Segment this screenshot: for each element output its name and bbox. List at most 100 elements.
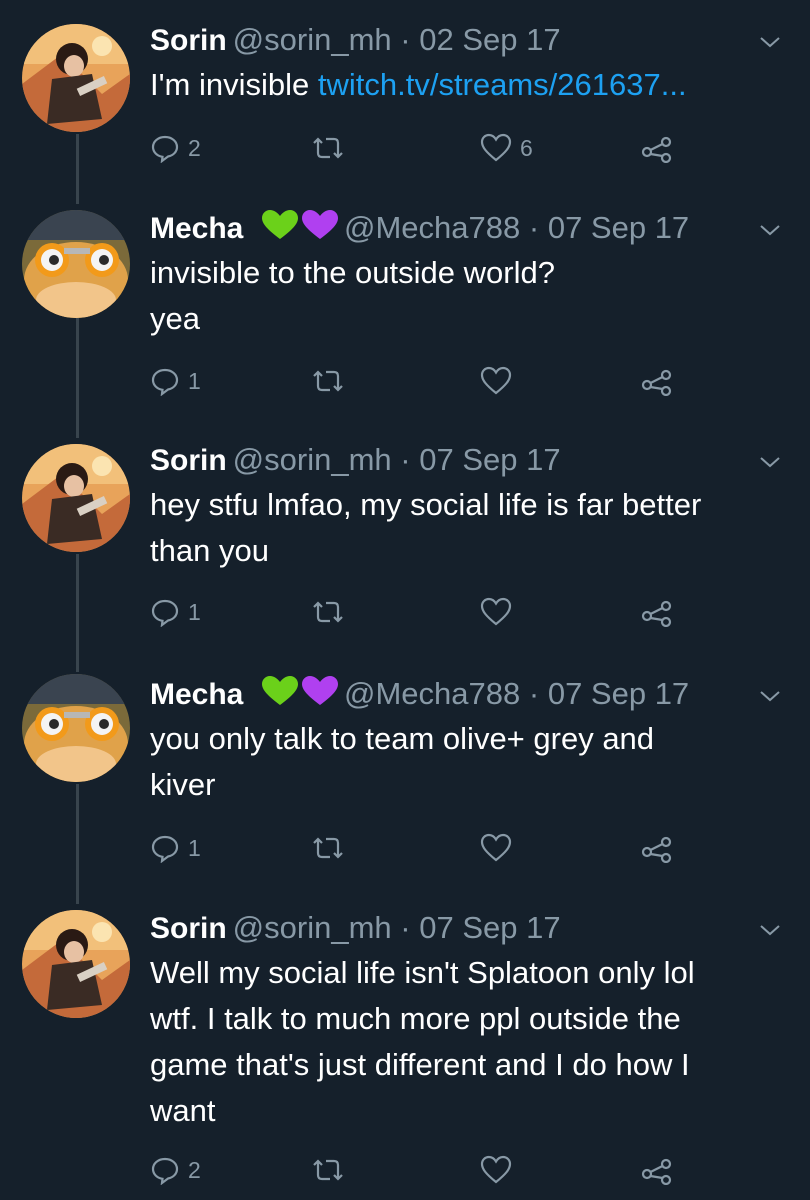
like-button[interactable] — [480, 361, 512, 401]
heart-icon — [480, 1155, 512, 1184]
tweet-link[interactable]: twitch.tv/streams/261637... — [318, 67, 687, 102]
thread-line — [76, 784, 79, 904]
avatar[interactable] — [22, 444, 130, 552]
tweet-date[interactable]: 02 Sep 17 — [419, 22, 560, 57]
tweet-date[interactable]: 07 Sep 17 — [548, 676, 689, 711]
thread-line — [76, 554, 79, 672]
chevron-down-icon[interactable] — [758, 212, 782, 252]
user-handle[interactable]: @Mecha788 — [344, 676, 520, 711]
tweet-text: you only talk to team olive+ grey and ki… — [150, 716, 790, 808]
avatar-image — [22, 24, 130, 132]
share-icon — [641, 136, 672, 163]
tweet-text: I'm invisible twitch.tv/streams/261637..… — [150, 62, 790, 108]
tweet-date[interactable]: 07 Sep 17 — [419, 442, 560, 477]
reply-count: 1 — [188, 598, 201, 625]
tweet-actions: 2 — [150, 1150, 690, 1190]
chevron-down-icon[interactable] — [758, 444, 782, 484]
tweet-header: Sorin @sorin_mh · 02 Sep 17 — [150, 20, 790, 60]
tweet-text-line: hey stfu lmfao, my social life is far be… — [150, 487, 702, 522]
tweet-text-line: Well my social life isn't Splatoon only … — [150, 955, 695, 990]
heart-icon — [480, 597, 512, 626]
tweet-text-line: invisible to the outside world? — [150, 255, 555, 290]
retweet-icon — [313, 837, 343, 859]
avatar-image — [22, 444, 130, 552]
display-name[interactable]: Mecha — [150, 212, 243, 245]
reply-button[interactable]: 1 — [150, 361, 201, 401]
share-button[interactable] — [640, 1150, 674, 1190]
reply-button[interactable]: 2 — [150, 128, 201, 168]
reply-count: 1 — [188, 367, 201, 394]
tweet-date[interactable]: 07 Sep 17 — [419, 910, 560, 945]
avatar-image — [22, 674, 130, 782]
tweet-text-line: wtf. I talk to much more ppl outside the — [150, 1001, 681, 1036]
tweet-date[interactable]: 07 Sep 17 — [548, 210, 689, 245]
retweet-button[interactable] — [310, 361, 346, 401]
tweet-text-line: want — [150, 1093, 216, 1128]
retweet-icon — [313, 1159, 343, 1181]
reply-icon — [151, 135, 179, 163]
user-handle[interactable]: @sorin_mh — [233, 910, 392, 945]
reply-icon — [151, 368, 179, 396]
display-name[interactable]: Sorin — [150, 444, 227, 477]
reply-icon — [151, 599, 179, 627]
thread-line — [76, 134, 79, 204]
avatar[interactable] — [22, 24, 130, 132]
user-handle[interactable]: @Mecha788 — [344, 210, 520, 245]
share-icon — [641, 836, 672, 863]
chevron-down-icon[interactable] — [758, 912, 782, 952]
chevron-down-icon[interactable] — [758, 678, 782, 718]
retweet-button[interactable] — [310, 128, 346, 168]
avatar[interactable] — [22, 674, 130, 782]
tweet-header: Mecha @Mecha788 · 07 Sep 17 — [150, 208, 790, 248]
retweet-icon — [313, 370, 343, 392]
share-icon — [641, 1158, 672, 1185]
like-button[interactable]: 6 — [480, 128, 533, 168]
reply-icon — [151, 835, 179, 863]
like-button[interactable] — [480, 1150, 512, 1190]
tweet-header: Sorin @sorin_mh · 07 Sep 17 — [150, 440, 790, 480]
tweet-text-line: yea — [150, 301, 200, 336]
avatar[interactable] — [22, 910, 130, 1018]
share-button[interactable] — [640, 361, 674, 401]
tweet-text-line: than you — [150, 533, 269, 568]
reply-icon — [151, 1157, 179, 1185]
display-name[interactable]: Sorin — [150, 24, 227, 57]
share-button[interactable] — [640, 828, 674, 868]
share-button[interactable] — [640, 128, 674, 168]
tweet-actions: 1 — [150, 828, 690, 868]
retweet-icon — [313, 137, 343, 159]
separator-dot: · — [400, 910, 411, 945]
share-button[interactable] — [640, 592, 674, 632]
tweet-actions: 1 — [150, 361, 690, 401]
share-icon — [641, 600, 672, 627]
heart-icon — [480, 133, 512, 162]
tweet-text: invisible to the outside world? yea — [150, 250, 790, 342]
reply-button[interactable]: 1 — [150, 828, 201, 868]
tweet-actions: 2 6 — [150, 128, 690, 168]
display-name[interactable]: Sorin — [150, 912, 227, 945]
reply-button[interactable]: 2 — [150, 1150, 201, 1190]
avatar-image — [22, 910, 130, 1018]
separator-dot: · — [528, 210, 540, 245]
reply-count: 1 — [188, 834, 201, 861]
retweet-button[interactable] — [310, 1150, 346, 1190]
retweet-button[interactable] — [310, 592, 346, 632]
heart-icon — [480, 833, 512, 862]
retweet-button[interactable] — [310, 828, 346, 868]
avatar-image — [22, 210, 130, 318]
reply-button[interactable]: 1 — [150, 592, 201, 632]
chevron-down-icon[interactable] — [758, 24, 782, 64]
heart-icon — [480, 366, 512, 395]
tweet-text: hey stfu lmfao, my social life is far be… — [150, 482, 790, 574]
tweet-header: Mecha @Mecha788 · 07 Sep 17 — [150, 674, 790, 714]
user-handle[interactable]: @sorin_mh — [233, 442, 392, 477]
like-button[interactable] — [480, 828, 512, 868]
avatar[interactable] — [22, 210, 130, 318]
thread-line — [76, 318, 79, 438]
tweet-text-line: I'm invisible — [150, 67, 318, 102]
user-handle[interactable]: @sorin_mh — [233, 22, 392, 57]
separator-dot: · — [528, 676, 540, 711]
like-button[interactable] — [480, 592, 512, 632]
tweet-actions: 1 — [150, 592, 690, 632]
display-name[interactable]: Mecha — [150, 678, 243, 711]
